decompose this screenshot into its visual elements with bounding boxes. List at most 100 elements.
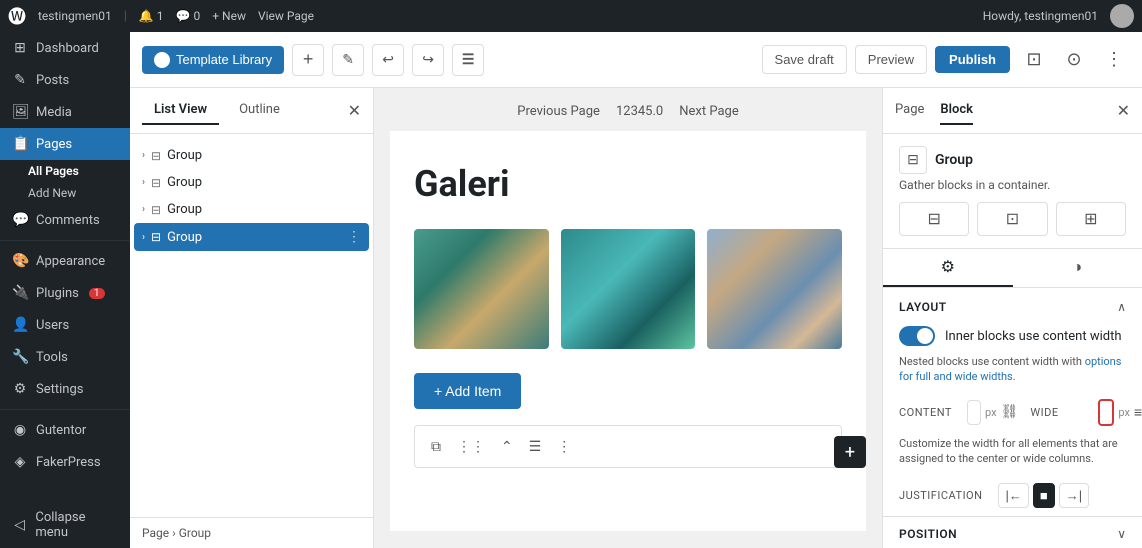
breadcrumb: Page › Group (142, 526, 211, 540)
sidebar-item-dashboard[interactable]: ⊞ Dashboard (0, 32, 130, 64)
layout-section-header: Layout ∧ (883, 288, 1142, 322)
right-panel-tabs: Page Block (895, 96, 973, 125)
editor-body: List View Outline ✕ › ⊟ Group › ⊟ Group (130, 88, 1142, 548)
sidebar-sub-add-new[interactable]: Add New (0, 182, 130, 204)
more-options-button[interactable]: ⋮ (1098, 44, 1130, 76)
settings-panel-toggle[interactable]: ⊡ (1018, 44, 1050, 76)
content-width-input[interactable] (967, 400, 981, 425)
sidebar-item-label: Settings (36, 382, 83, 397)
layout-section-toggle[interactable]: ∧ (1117, 300, 1126, 314)
admin-bar-new[interactable]: 💬 0 (176, 9, 201, 23)
editor-toolbar: Template Library + ✎ ↩ ↪ ☰ Save draft Pr… (130, 32, 1142, 88)
position-title: Position (899, 527, 957, 541)
gallery-image-3[interactable] (707, 229, 842, 349)
tab-list-view[interactable]: List View (142, 96, 219, 125)
add-block-button[interactable]: + (292, 44, 324, 76)
list-item-active[interactable]: › ⊟ Group ⋮ (134, 223, 369, 251)
sidebar-item-label: Posts (36, 73, 69, 88)
sidebar-item-plugins[interactable]: 🔌 Plugins 1 (0, 277, 130, 309)
template-library-button[interactable]: Template Library (142, 46, 284, 74)
admin-bar-howdy: Howdy, testingmen01 (983, 9, 1098, 23)
align-button[interactable]: ☰ (525, 434, 546, 459)
tab-page[interactable]: Page (895, 96, 924, 125)
tab-outline[interactable]: Outline (227, 96, 292, 125)
move-up-button[interactable]: ⌃ (497, 434, 517, 459)
list-item[interactable]: › ⊟ Group (130, 142, 373, 169)
redo-button[interactable]: ↪ (412, 44, 444, 76)
prev-page-link[interactable]: Previous Page (517, 104, 600, 119)
block-settings-tab-style[interactable]: ◑ (1013, 249, 1142, 287)
sidebar-item-tools[interactable]: 🔧 Tools (0, 341, 130, 373)
block-editor-button[interactable]: ☰ (452, 44, 484, 76)
block-settings-tab-gear[interactable]: ⚙ (883, 249, 1013, 287)
wide-link-icon[interactable]: ≡ (1134, 404, 1142, 421)
sidebar-collapse[interactable]: ◁ Collapse menu (0, 502, 130, 548)
justify-right-button[interactable]: →| (1059, 483, 1089, 508)
tools-icon: 🔧 (12, 349, 28, 365)
sidebar-item-posts[interactable]: ✎ Posts (0, 64, 130, 96)
editor-wrapper: Template Library + ✎ ↩ ↪ ☰ Save draft Pr… (130, 32, 1142, 548)
right-panel-header: Page Block ✕ (883, 88, 1142, 134)
item-label: Group (167, 148, 202, 163)
admin-bar-view-page[interactable]: View Page (258, 9, 314, 23)
gallery-image-1[interactable] (414, 229, 549, 349)
plugins-badge: 1 (89, 288, 105, 299)
sidebar-item-pages[interactable]: 📋 Pages (0, 128, 130, 160)
admin-bar-site[interactable]: testingmen01 (38, 9, 112, 23)
layout-toggle-row: Inner blocks use content width (883, 322, 1142, 354)
inner-blocks-toggle[interactable] (899, 326, 935, 346)
undo-button[interactable]: ↩ (372, 44, 404, 76)
tools-more[interactable]: ⊙ (1058, 44, 1090, 76)
wide-width-input[interactable] (1098, 399, 1114, 426)
block-action-group[interactable]: ⊟ (899, 202, 969, 236)
page-number: 12345.0 (616, 104, 663, 119)
sidebar-item-appearance[interactable]: 🎨 Appearance (0, 245, 130, 277)
tab-block[interactable]: Block (940, 96, 973, 125)
next-page-link[interactable]: Next Page (679, 104, 739, 119)
panel-close-button[interactable]: ✕ (348, 101, 361, 121)
list-item[interactable]: › ⊟ Group (130, 169, 373, 196)
item-label: Group (167, 175, 202, 190)
content-link-icon[interactable]: ⛓ (1001, 404, 1019, 420)
justify-center-button[interactable]: ■ (1033, 483, 1055, 508)
block-action-row[interactable]: ⊡ (977, 202, 1047, 236)
options-link[interactable]: options for full and wide widths (899, 355, 1121, 383)
sidebar-item-label: Tools (36, 350, 68, 365)
drag-button[interactable]: ⋮⋮ (453, 434, 489, 459)
sidebar-item-label: Appearance (36, 254, 105, 269)
justify-left-button[interactable]: |← (998, 483, 1028, 508)
preview-button[interactable]: Preview (855, 45, 927, 74)
sidebar-item-media[interactable]: 🖼 Media (0, 96, 130, 128)
sidebar-item-comments[interactable]: 💬 Comments (0, 204, 130, 236)
sidebar-item-label: Comments (36, 213, 100, 228)
gallery-image-2[interactable] (561, 229, 696, 349)
admin-bar-comments[interactable]: 🔔 1 (139, 9, 164, 23)
admin-bar-add-new[interactable]: + New (212, 9, 246, 23)
position-section[interactable]: Position ∨ (883, 516, 1142, 548)
image-grid (414, 229, 842, 349)
right-panel-close-button[interactable]: ✕ (1117, 101, 1130, 121)
panel-footer: Page › Group (130, 517, 373, 548)
group-icon: ⊟ (151, 176, 161, 190)
publish-button[interactable]: Publish (935, 46, 1010, 73)
sidebar-item-fakerpress[interactable]: ◈ FakerPress (0, 446, 130, 478)
item-label: Group (167, 230, 202, 245)
sidebar-item-label: Gutentor (36, 423, 86, 438)
block-action-stack[interactable]: ⊞ (1056, 202, 1126, 236)
wp-logo[interactable]: 🅦 (8, 3, 26, 29)
edit-button[interactable]: ✎ (332, 44, 364, 76)
save-draft-button[interactable]: Save draft (762, 45, 847, 74)
item-menu-icon[interactable]: ⋮ (347, 229, 361, 245)
more-block-options[interactable]: ⋮ (553, 434, 575, 459)
admin-bar-sep1: | (124, 9, 127, 24)
sidebar-item-settings[interactable]: ⚙ Settings (0, 373, 130, 405)
add-item-button[interactable]: + Add Item (414, 373, 521, 409)
floating-add-button[interactable]: + (834, 436, 866, 468)
copy-button[interactable]: ⧉ (427, 434, 445, 459)
sidebar-item-users[interactable]: 👤 Users (0, 309, 130, 341)
sidebar-item-gutentor[interactable]: ◉ Gutentor (0, 414, 130, 446)
list-item[interactable]: › ⊟ Group (130, 196, 373, 223)
sidebar-sub-all-pages[interactable]: All Pages (0, 160, 130, 182)
page-title[interactable]: Galeri (414, 163, 842, 205)
chevron-right-icon: › (142, 232, 145, 243)
